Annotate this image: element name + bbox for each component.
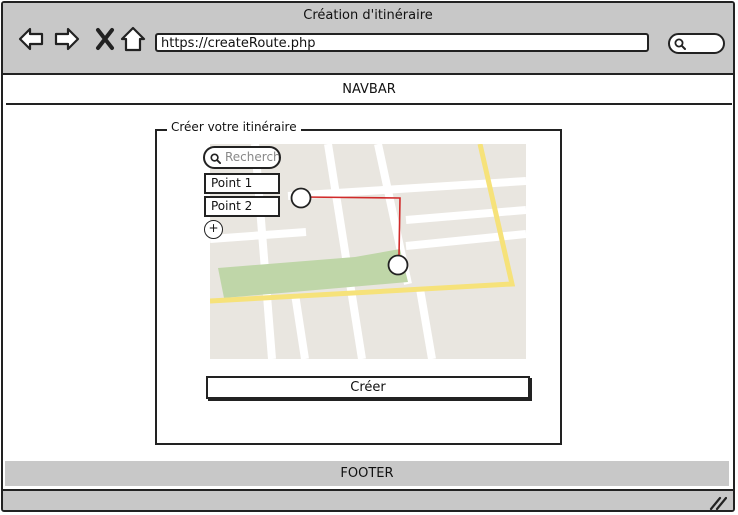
back-icon[interactable] [17,25,45,53]
point-1-field[interactable]: Point 1 [204,173,280,194]
browser-search-field[interactable] [668,33,725,54]
title-bar: Création d'itinéraire https://createRout… [3,3,733,75]
route-marker-start[interactable] [290,187,312,209]
search-icon [674,38,686,50]
url-bar[interactable]: https://createRoute.php [155,33,649,52]
navbar-label: NAVBAR [342,82,396,97]
search-icon [210,153,221,164]
home-icon[interactable] [119,25,147,53]
map-search-placeholder: Recherche [225,150,281,164]
route-marker-end[interactable] [387,254,409,276]
navbar[interactable]: NAVBAR [6,75,732,105]
forward-icon[interactable] [53,25,81,53]
footer: FOOTER [5,461,729,486]
close-icon[interactable] [91,25,119,53]
status-bar [3,489,733,510]
add-point-button[interactable]: + [204,220,223,239]
resize-grip-icon[interactable] [709,496,727,510]
route-panel-legend: Créer votre itinéraire [167,120,301,134]
create-route-button[interactable]: Créer [206,376,530,399]
window-title: Création d'itinéraire [303,8,433,23]
map-search-input[interactable]: Recherche [203,146,281,169]
footer-label: FOOTER [340,466,394,481]
point-2-field[interactable]: Point 2 [204,196,280,217]
